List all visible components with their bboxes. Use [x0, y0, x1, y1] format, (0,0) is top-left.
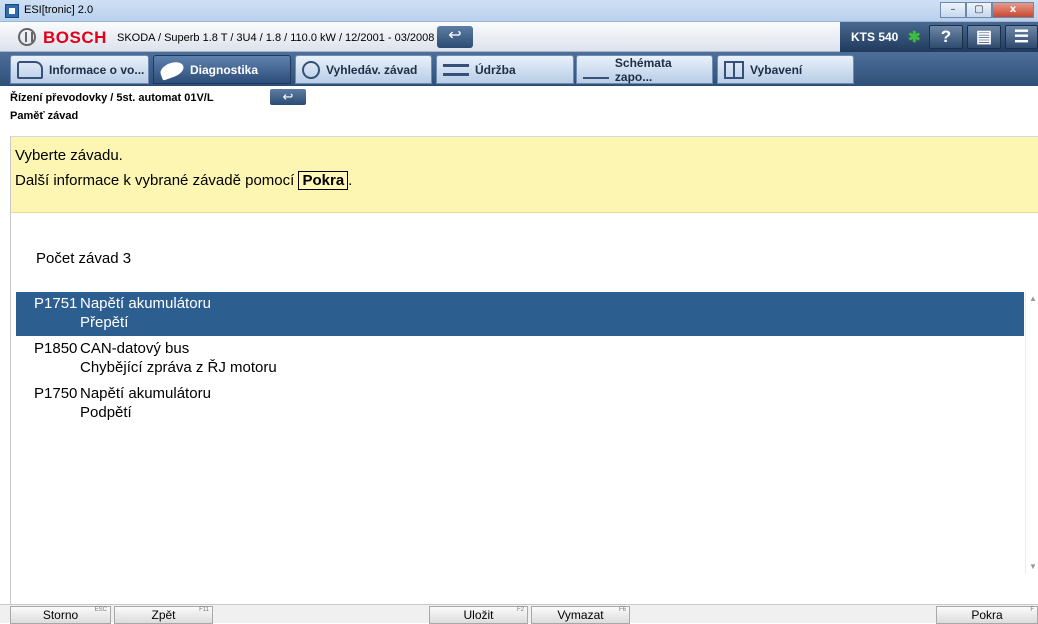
connection-status-icon: ✱ [908, 29, 921, 46]
fault-code: P1750 [34, 385, 78, 402]
fault-detail: Chybějící zpráva z ŘJ motoru [80, 359, 277, 376]
instruction-line-1: Vyberte závadu. [15, 147, 123, 164]
car-info-icon [17, 60, 43, 79]
key-hint: F6 [618, 607, 626, 613]
continue-key-hint: Pokra [298, 171, 349, 190]
window-controls: – ▢ x [940, 2, 1034, 18]
tab-maintenance[interactable]: Údržba [436, 55, 574, 84]
content-panel: Vyberte závadu. Další informace k vybran… [10, 136, 1038, 604]
print-button[interactable]: ▤ [967, 25, 1001, 49]
fault-search-icon [302, 60, 320, 79]
fault-description: CAN-datový bus [80, 340, 190, 357]
window-title: ESI[tronic] 2.0 [24, 4, 94, 16]
button-label: Uložit [463, 608, 494, 622]
printer-icon: ▤ [975, 27, 993, 46]
bosch-logo-icon [18, 28, 36, 46]
diagnostics-icon [158, 58, 186, 81]
back-arrow-icon: ↩ [282, 89, 294, 104]
tab-label: Údržba [475, 62, 516, 77]
back-button[interactable]: Zpět F11 [114, 606, 213, 624]
fault-description: Napětí akumulátoru [80, 295, 211, 312]
fault-detail: Přepětí [80, 314, 129, 331]
storno-button[interactable]: Storno ESC [10, 606, 111, 624]
key-hint: F11 [199, 607, 209, 613]
scroll-up-icon[interactable]: ▲ [1026, 292, 1038, 306]
button-label: Zpět [151, 608, 176, 622]
button-label: Vymazat [557, 608, 604, 622]
minimize-button[interactable]: – [940, 2, 966, 18]
breadcrumb-back-button[interactable]: ↩ [270, 89, 306, 105]
tab-label: Informace o vo... [49, 62, 145, 77]
main-tab-bar: Informace o vo... Diagnostika Vyhledáv. … [0, 52, 1038, 86]
instruction-line-2: Další informace k vybrané závadě pomocí … [15, 171, 352, 190]
breadcrumb: Řízení převodovky / 5st. automat 01V/L [10, 92, 214, 104]
equipment-book-icon [724, 60, 744, 79]
fault-code: P1850 [34, 340, 78, 357]
tab-equipment[interactable]: Vybavení [717, 55, 854, 84]
tab-label: Vybavení [750, 62, 803, 77]
list-menu-icon: ☰ [1013, 27, 1030, 46]
fault-count: Počet závad 3 [36, 250, 132, 267]
app-icon [5, 4, 19, 18]
tab-label: Vyhledáv. závad [326, 62, 418, 77]
fault-list: P1751 Napětí akumulátoru Přepětí P1850 C… [16, 292, 1024, 574]
header-back-button[interactable]: ↩ [437, 26, 473, 48]
instruction-text: Další informace k vybrané závadě pomocí [15, 172, 295, 189]
tab-fault-search[interactable]: Vyhledáv. závad [295, 55, 432, 84]
save-button[interactable]: Uložit F2 [429, 606, 528, 624]
tab-wiring-diagrams[interactable]: Schémata zapo... [576, 55, 713, 84]
fault-row[interactable]: P1850 CAN-datový bus Chybějící zpráva z … [16, 337, 1024, 381]
wiring-diagram-icon [583, 61, 609, 79]
fault-detail: Podpětí [80, 404, 132, 421]
delete-button[interactable]: Vymazat F6 [531, 606, 630, 624]
close-window-button[interactable]: x [992, 2, 1034, 18]
key-hint: F2 [516, 607, 524, 613]
button-label: Storno [42, 608, 79, 622]
instruction-box: Vyberte závadu. Další informace k vybran… [11, 137, 1038, 213]
key-hint: ESC [94, 607, 107, 613]
tab-label: Schémata zapo... [614, 55, 672, 84]
maintenance-icon [443, 63, 469, 76]
key-hint: F [1030, 607, 1034, 613]
window-title-bar: ESI[tronic] 2.0 – ▢ x [0, 0, 1038, 22]
fault-list-scrollbar[interactable]: ▲ ▼ [1025, 292, 1038, 574]
fault-description: Napětí akumulátoru [80, 385, 211, 402]
vehicle-info: SKODA / Superb 1.8 T / 3U4 / 1.8 / 110.0… [117, 32, 467, 44]
maximize-button[interactable]: ▢ [966, 2, 992, 18]
tab-vehicle-info[interactable]: Informace o vo... [10, 55, 149, 84]
help-button[interactable]: ? [929, 25, 963, 49]
page-title: Paměť závad [10, 110, 79, 122]
continue-button[interactable]: Pokra F [936, 606, 1038, 624]
fault-row[interactable]: P1751 Napětí akumulátoru Přepětí [16, 292, 1024, 336]
function-key-bar: Storno ESC Zpět F11 Uložit F2 Vymazat F6… [0, 604, 1038, 624]
device-label: KTS 540 [851, 30, 899, 44]
menu-button[interactable]: ☰ [1005, 25, 1038, 49]
instruction-period: . [348, 172, 353, 189]
fault-code: P1751 [34, 295, 78, 312]
brand-header: BOSCH SKODA / Superb 1.8 T / 3U4 / 1.8 /… [0, 22, 1038, 52]
button-label: Pokra [971, 608, 1003, 622]
tab-diagnostics[interactable]: Diagnostika [153, 55, 291, 84]
tab-label: Diagnostika [190, 62, 259, 77]
brand-name: BOSCH [43, 28, 107, 47]
back-arrow-icon: ↩ [448, 27, 462, 44]
fault-row[interactable]: P1750 Napětí akumulátoru Podpětí [16, 382, 1024, 426]
scroll-down-icon[interactable]: ▼ [1026, 560, 1038, 574]
